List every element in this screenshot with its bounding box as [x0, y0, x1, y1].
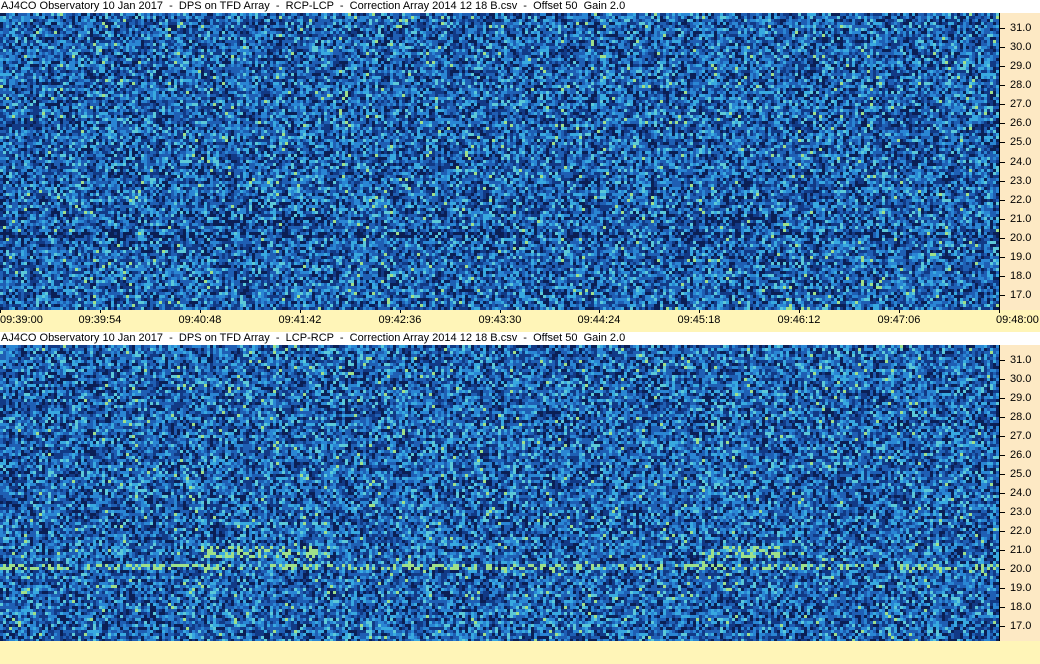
y-tick-label: 20.0 [1010, 563, 1031, 575]
x-tick-mark [100, 310, 101, 313]
y-tick-mark [1000, 295, 1005, 296]
x-tick-mark [0, 310, 1, 313]
y-tick-label: 20.0 [1010, 232, 1031, 244]
y-tick-mark [1000, 550, 1005, 551]
y-tick-label: 19.0 [1010, 251, 1031, 263]
y-tick-label: 26.0 [1010, 117, 1031, 129]
y-tick-label: 19.0 [1010, 582, 1031, 594]
x-tick-label: 09:44:24 [578, 314, 621, 326]
y-tick-label: 21.0 [1010, 213, 1031, 225]
y-tick-label: 22.0 [1010, 525, 1031, 537]
y-tick-label: 31.0 [1010, 22, 1031, 34]
x-tick-label: 09:48:00 [996, 314, 1039, 326]
panel-2-time-axis [0, 641, 1040, 664]
y-tick-label: 30.0 [1010, 373, 1031, 385]
panel-1-title: AJ4CO Observatory 10 Jan 2017 - DPS on T… [0, 0, 625, 13]
time-axis: 09:39:00 09:39:54 09:40:48 09:41:42 09:42:36… [0, 310, 1040, 332]
spectrogram-canvas [0, 13, 999, 310]
y-tick-label: 28.0 [1010, 79, 1031, 91]
y-tick-label: 18.0 [1010, 270, 1031, 282]
x-tick-mark [400, 310, 401, 313]
x-tick-mark [599, 310, 600, 313]
x-tick-label: 09:39:54 [79, 314, 122, 326]
panel-2-title: AJ4CO Observatory 10 Jan 2017 - DPS on T… [0, 332, 625, 345]
y-tick-label: 27.0 [1010, 98, 1031, 110]
x-tick-label: 09:42:36 [379, 314, 422, 326]
x-tick-mark [899, 310, 900, 313]
y-tick-mark [1000, 588, 1005, 589]
y-tick-mark [1000, 531, 1005, 532]
y-tick-label: 27.0 [1010, 430, 1031, 442]
x-tick-mark [500, 310, 501, 313]
y-tick-label: 23.0 [1010, 506, 1031, 518]
x-tick-label: 09:43:30 [479, 314, 522, 326]
y-tick-mark [1000, 162, 1005, 163]
y-tick-label: 17.0 [1010, 289, 1031, 301]
x-tick-label: 09:47:06 [878, 314, 921, 326]
panel-1-spectrogram [0, 13, 999, 310]
y-tick-mark [1000, 455, 1005, 456]
y-tick-mark [1000, 493, 1005, 494]
x-tick-mark [300, 310, 301, 313]
y-tick-label: 25.0 [1010, 468, 1031, 480]
y-tick-mark [1000, 257, 1005, 258]
y-tick-mark [1000, 200, 1005, 201]
x-tick-label: 09:40:48 [179, 314, 222, 326]
y-tick-mark [1000, 607, 1005, 608]
spectrogram-canvas [0, 345, 999, 641]
y-tick-mark [1000, 181, 1005, 182]
y-tick-mark [1000, 512, 1005, 513]
x-tick-label: 09:45:18 [678, 314, 721, 326]
x-tick-mark [799, 310, 800, 313]
y-tick-mark [1000, 238, 1005, 239]
y-tick-mark [1000, 436, 1005, 437]
y-tick-label: 18.0 [1010, 601, 1031, 613]
y-tick-label: 28.0 [1010, 411, 1031, 423]
y-tick-mark [1000, 276, 1005, 277]
y-tick-label: 31.0 [1010, 354, 1031, 366]
y-tick-label: 24.0 [1010, 156, 1031, 168]
y-tick-mark [1000, 360, 1005, 361]
y-tick-label: 30.0 [1010, 41, 1031, 53]
y-tick-mark [1000, 104, 1005, 105]
y-tick-mark [1000, 66, 1005, 67]
y-tick-mark [1000, 219, 1005, 220]
y-tick-mark [1000, 474, 1005, 475]
y-tick-mark [1000, 379, 1005, 380]
y-tick-mark [1000, 626, 1005, 627]
y-tick-mark [1000, 47, 1005, 48]
y-tick-label: 22.0 [1010, 194, 1031, 206]
x-tick-label: 09:46:12 [778, 314, 821, 326]
y-tick-label: 24.0 [1010, 487, 1031, 499]
y-tick-label: 23.0 [1010, 175, 1031, 187]
y-tick-label: 26.0 [1010, 449, 1031, 461]
y-tick-label: 25.0 [1010, 136, 1031, 148]
y-tick-label: 29.0 [1010, 392, 1031, 404]
y-tick-mark [1000, 123, 1005, 124]
y-tick-mark [1000, 569, 1005, 570]
x-tick-label: 09:39:00 [0, 314, 43, 326]
x-tick-mark [200, 310, 201, 313]
y-tick-mark [1000, 398, 1005, 399]
x-tick-label: 09:41:42 [279, 314, 322, 326]
y-tick-mark [1000, 142, 1005, 143]
panel-2-spectrogram [0, 345, 999, 641]
y-tick-label: 21.0 [1010, 544, 1031, 556]
y-tick-mark [1000, 85, 1005, 86]
y-tick-label: 17.0 [1010, 620, 1031, 632]
y-tick-label: 29.0 [1010, 60, 1031, 72]
y-tick-mark [1000, 28, 1005, 29]
panel-1-frequency-axis: 31.0 30.0 29.0 28.0 27.0 26.0 25.0 24.0 23.0 22.0… [999, 13, 1040, 310]
y-tick-mark [1000, 417, 1005, 418]
x-tick-mark [999, 310, 1000, 313]
panel-2-frequency-axis: 31.0 30.0 29.0 28.0 27.0 26.0 25.0 24.0 23.0 22.0… [999, 345, 1040, 641]
x-tick-mark [699, 310, 700, 313]
